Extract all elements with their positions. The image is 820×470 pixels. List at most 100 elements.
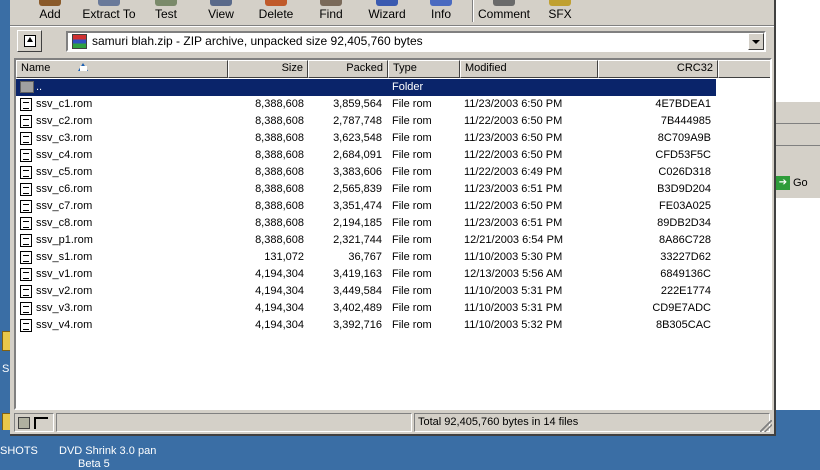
cell-type: File rom: [392, 149, 432, 161]
view-button[interactable]: View: [200, 0, 242, 24]
table-row[interactable]: ssv_c6.rom 8,388,608 2,565,839 File rom 11/2…: [16, 181, 770, 198]
table-row[interactable]: ssv_s1.rom 131,072 36,767 File rom 11/10/200…: [16, 249, 770, 266]
cell-size: 8,388,608: [255, 234, 304, 246]
column-header-name[interactable]: Name: [16, 60, 228, 78]
table-row[interactable]: ssv_p1.rom 8,388,608 2,321,744 File rom 12/2…: [16, 232, 770, 249]
column-header-crc32[interactable]: CRC32: [598, 60, 718, 78]
file-list[interactable]: Name Size Packed Type Modified CRC32 ..: [14, 58, 772, 410]
cell-packed: 3,383,606: [333, 166, 382, 178]
file-rows: .. Folder ssv_c1.rom 8,388,608 3,859,564 Fi…: [16, 79, 770, 334]
cell-modified: 11/23/2003 6:51 PM: [464, 217, 563, 229]
cell-size: 8,388,608: [255, 98, 304, 110]
go-arrow-icon: ➔: [776, 176, 790, 190]
cell-packed: 3,351,474: [333, 200, 382, 212]
table-row[interactable]: ssv_c8.rom 8,388,608 2,194,185 File rom 11/2…: [16, 215, 770, 232]
table-row[interactable]: ssv_v4.rom 4,194,304 3,392,716 File rom 11/1…: [16, 317, 770, 334]
desktop-icon-pan[interactable]: pan: [138, 445, 156, 457]
cell-crc32: 6849136C: [660, 268, 711, 280]
file-icon: [20, 217, 32, 230]
toolbar: Add Extract To Test View Delete Find Wiz…: [10, 0, 774, 24]
cell-name: ssv_v3.rom: [36, 302, 93, 314]
file-icon: [20, 302, 32, 315]
cell-size: 8,388,608: [255, 115, 304, 127]
add-icon: [39, 0, 61, 6]
go-button[interactable]: ➔ Go: [776, 176, 808, 190]
cell-packed: 2,787,748: [333, 115, 382, 127]
file-icon: [20, 285, 32, 298]
extract-to-button[interactable]: Extract To: [76, 0, 142, 24]
cell-modified: 11/10/2003 5:31 PM: [464, 285, 563, 297]
wizard-button[interactable]: Wizard: [362, 0, 412, 24]
up-arrow-icon: [23, 35, 36, 47]
cell-type: File rom: [392, 183, 432, 195]
column-header-size[interactable]: Size: [228, 60, 308, 78]
column-header-type[interactable]: Type: [388, 60, 460, 78]
cell-name: ssv_c1.rom: [36, 98, 93, 110]
cell-type: File rom: [392, 268, 432, 280]
cell-crc32: CD9E7ADC: [652, 302, 711, 314]
toolbar-separator: [472, 0, 474, 22]
table-row[interactable]: ssv_c1.rom 8,388,608 3,859,564 File rom 11/2…: [16, 96, 770, 113]
test-button[interactable]: Test: [146, 0, 186, 24]
cell-modified: 12/13/2003 5:56 AM: [464, 268, 563, 280]
table-row[interactable]: ssv_c3.rom 8,388,608 3,623,548 File rom 11/2…: [16, 130, 770, 147]
table-row[interactable]: ssv_v1.rom 4,194,304 3,419,163 File rom 12/1…: [16, 266, 770, 283]
cell-type: File rom: [392, 98, 432, 110]
chevron-down-icon[interactable]: [748, 33, 764, 50]
cell-type: File rom: [392, 200, 432, 212]
desktop-edge-label: S: [2, 363, 10, 375]
file-icon: [20, 200, 32, 213]
cell-name: ssv_c5.rom: [36, 166, 93, 178]
column-header-packed[interactable]: Packed: [308, 60, 388, 78]
archive-path-dropdown[interactable]: samuri blah.zip - ZIP archive, unpacked …: [66, 31, 766, 52]
table-row[interactable]: ssv_c5.rom 8,388,608 3,383,606 File rom 11/2…: [16, 164, 770, 181]
resize-grip-icon[interactable]: [760, 420, 772, 432]
cell-name: ssv_p1.rom: [36, 234, 93, 246]
file-icon: [20, 115, 32, 128]
cell-name: ssv_c3.rom: [36, 132, 93, 144]
cell-modified: 11/22/2003 6:50 PM: [464, 115, 563, 127]
sfx-button[interactable]: SFX: [544, 0, 576, 24]
cell-modified: 11/22/2003 6:50 PM: [464, 200, 563, 212]
file-icon: [20, 149, 32, 162]
cell-type: File rom: [392, 251, 432, 263]
file-list-header: Name Size Packed Type Modified CRC32: [16, 60, 770, 78]
add-button[interactable]: Add: [30, 0, 70, 24]
table-row[interactable]: ssv_v3.rom 4,194,304 3,402,489 File rom 11/1…: [16, 300, 770, 317]
cell-packed: 3,419,163: [333, 268, 382, 280]
sort-ascending-icon: [78, 62, 89, 72]
status-drive-cell: [14, 413, 54, 432]
cell-name: ssv_c6.rom: [36, 183, 93, 195]
up-one-level-button[interactable]: [17, 30, 42, 52]
cell-modified: 11/10/2003 5:32 PM: [464, 319, 563, 331]
desktop-icon-shots[interactable]: SHOTS: [0, 445, 38, 457]
background-window: ➔ Go: [770, 0, 820, 410]
table-row[interactable]: ssv_c4.rom 8,388,608 2,684,091 File rom 11/2…: [16, 147, 770, 164]
cell-name: ssv_v1.rom: [36, 268, 93, 280]
background-window-content: [770, 198, 820, 410]
desktop-icon-dvd-shrink[interactable]: DVD Shrink 3.0: [59, 445, 135, 457]
table-row-parent-folder[interactable]: .. Folder: [16, 79, 716, 96]
cell-crc32: FE03A025: [659, 200, 711, 212]
background-window-toolbar: [770, 102, 820, 124]
address-bar: samuri blah.zip - ZIP archive, unpacked …: [10, 28, 774, 56]
delete-button[interactable]: Delete: [254, 0, 298, 24]
cell-name: ssv_v4.rom: [36, 319, 93, 331]
info-button[interactable]: Info: [424, 0, 458, 24]
drive-icon: [18, 417, 30, 429]
table-row[interactable]: ssv_v2.rom 4,194,304 3,449,584 File rom 11/1…: [16, 283, 770, 300]
cell-size: 8,388,608: [255, 183, 304, 195]
cell-name: ssv_s1.rom: [36, 251, 93, 263]
table-row[interactable]: ssv_c2.rom 8,388,608 2,787,748 File rom 11/2…: [16, 113, 770, 130]
table-row[interactable]: ssv_c7.rom 8,388,608 3,351,474 File rom 11/2…: [16, 198, 770, 215]
column-header-modified[interactable]: Modified: [460, 60, 598, 78]
cell-modified: 11/23/2003 6:51 PM: [464, 183, 563, 195]
file-icon: [20, 132, 32, 145]
cell-size: 4,194,304: [255, 319, 304, 331]
cell-modified: 11/23/2003 6:50 PM: [464, 132, 563, 144]
cell-size: 4,194,304: [255, 285, 304, 297]
view-icon: [210, 0, 232, 6]
find-button[interactable]: Find: [310, 0, 352, 24]
wizard-icon: [376, 0, 398, 6]
comment-button[interactable]: Comment: [478, 0, 530, 24]
